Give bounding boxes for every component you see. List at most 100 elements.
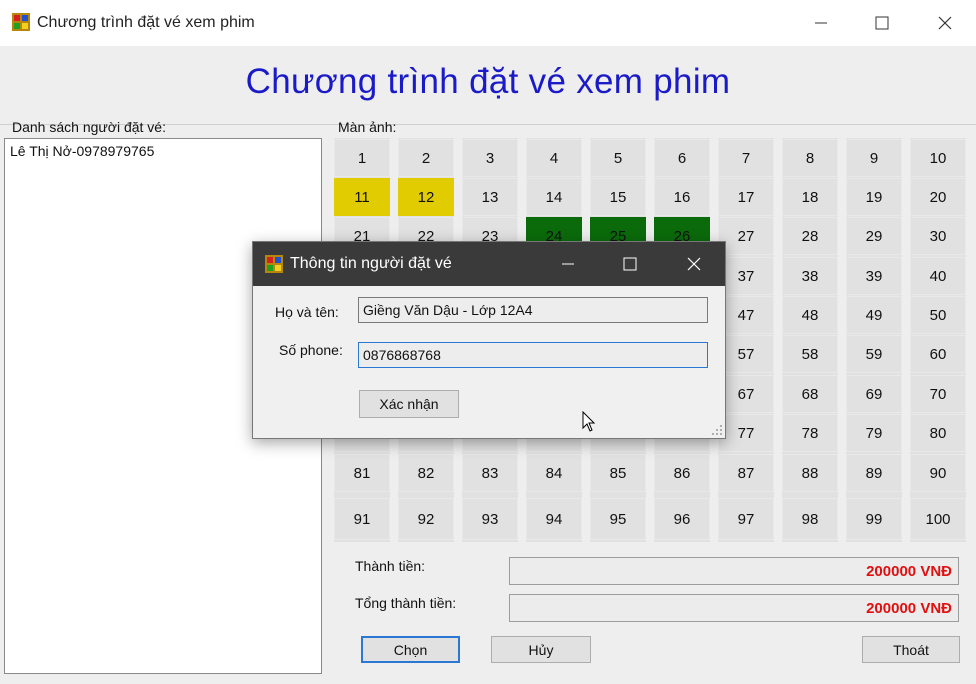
minimize-icon [815,22,827,24]
close-icon [687,257,701,271]
seat-button-69[interactable]: 69 [846,375,902,413]
seat-button-97[interactable]: 97 [718,498,774,540]
exit-button[interactable]: Thoát [862,636,960,663]
seat-button-11[interactable]: 11 [334,178,390,216]
seat-button-90[interactable]: 90 [910,454,966,492]
seat-button-96[interactable]: 96 [654,498,710,540]
seat-button-18[interactable]: 18 [782,178,838,216]
seat-button-16[interactable]: 16 [654,178,710,216]
seat-button-47[interactable]: 47 [718,296,774,334]
seat-button-95[interactable]: 95 [590,498,646,540]
app-icon [12,13,30,31]
seat-button-77[interactable]: 77 [718,414,774,452]
seat-button-40[interactable]: 40 [910,257,966,295]
seat-button-48[interactable]: 48 [782,296,838,334]
seat-button-91[interactable]: 91 [334,498,390,540]
seat-button-58[interactable]: 58 [782,335,838,373]
seat-button-84[interactable]: 84 [526,454,582,492]
seat-button-94[interactable]: 94 [526,498,582,540]
seat-button-81[interactable]: 81 [334,454,390,492]
seat-button-99[interactable]: 99 [846,498,902,540]
seat-button-1[interactable]: 1 [334,139,390,177]
phone-label: Số phone: [279,342,343,358]
dialog-minimize-button[interactable] [537,242,599,286]
maximize-icon [875,16,889,30]
app-banner-title: Chương trình đặt vé xem phim [245,62,731,101]
seat-button-15[interactable]: 15 [590,178,646,216]
seat-button-67[interactable]: 67 [718,375,774,413]
seat-button-49[interactable]: 49 [846,296,902,334]
seat-button-79[interactable]: 79 [846,414,902,452]
seat-button-78[interactable]: 78 [782,414,838,452]
dialog-title: Thông tin người đặt vé [290,255,452,272]
mouse-cursor-icon [582,411,596,432]
seat-button-38[interactable]: 38 [782,257,838,295]
seat-button-9[interactable]: 9 [846,139,902,177]
seat-button-2[interactable]: 2 [398,139,454,177]
seat-button-37[interactable]: 37 [718,257,774,295]
subtotal-value: 200000 VNĐ [509,557,959,585]
seat-button-4[interactable]: 4 [526,139,582,177]
total-value: 200000 VNĐ [509,594,959,622]
seat-button-50[interactable]: 50 [910,296,966,334]
seat-button-57[interactable]: 57 [718,335,774,373]
subtotal-label: Thành tiền: [355,558,426,574]
screen-label: Màn ảnh: [338,119,397,135]
maximize-icon [623,257,637,271]
customer-info-dialog: Thông tin người đặt vé Họ và tên: Số pho… [252,241,726,439]
seat-button-12[interactable]: 12 [398,178,454,216]
seat-button-10[interactable]: 10 [910,139,966,177]
seat-button-20[interactable]: 20 [910,178,966,216]
seat-button-6[interactable]: 6 [654,139,710,177]
phone-field[interactable] [358,342,708,368]
seat-button-13[interactable]: 13 [462,178,518,216]
seat-button-59[interactable]: 59 [846,335,902,373]
minimize-button[interactable] [790,0,852,46]
seat-button-27[interactable]: 27 [718,217,774,255]
seat-button-88[interactable]: 88 [782,454,838,492]
choose-button[interactable]: Chọn [361,636,460,663]
dialog-titlebar: Thông tin người đặt vé [253,242,725,286]
minimize-icon [562,263,574,265]
seat-button-82[interactable]: 82 [398,454,454,492]
seat-button-98[interactable]: 98 [782,498,838,540]
seat-button-100[interactable]: 100 [910,498,966,540]
dialog-maximize-button[interactable] [599,242,661,286]
booking-list-label: Danh sách người đặt vé: [12,119,166,135]
name-label: Họ và tên: [275,304,339,320]
seat-button-28[interactable]: 28 [782,217,838,255]
seat-button-89[interactable]: 89 [846,454,902,492]
seat-button-83[interactable]: 83 [462,454,518,492]
cancel-button[interactable]: Hủy [491,636,591,663]
seat-button-30[interactable]: 30 [910,217,966,255]
seat-button-39[interactable]: 39 [846,257,902,295]
seat-button-93[interactable]: 93 [462,498,518,540]
seat-button-70[interactable]: 70 [910,375,966,413]
confirm-button[interactable]: Xác nhận [359,390,459,418]
seat-button-3[interactable]: 3 [462,139,518,177]
app-icon [265,255,283,273]
maximize-button[interactable] [851,0,913,46]
resize-grip-icon[interactable] [711,424,723,436]
seat-button-7[interactable]: 7 [718,139,774,177]
close-button[interactable] [914,0,976,46]
name-field[interactable] [358,297,708,323]
seat-button-29[interactable]: 29 [846,217,902,255]
dialog-close-button[interactable] [663,242,725,286]
seat-button-17[interactable]: 17 [718,178,774,216]
window-title: Chương trình đặt vé xem phim [37,14,255,31]
seat-button-92[interactable]: 92 [398,498,454,540]
seat-button-60[interactable]: 60 [910,335,966,373]
seat-button-86[interactable]: 86 [654,454,710,492]
window-titlebar: Chương trình đặt vé xem phim [0,0,976,47]
seat-button-19[interactable]: 19 [846,178,902,216]
seat-button-14[interactable]: 14 [526,178,582,216]
list-item[interactable]: Lê Thị Nở-0978979765 [10,143,154,159]
close-icon [938,16,952,30]
seat-button-5[interactable]: 5 [590,139,646,177]
seat-button-87[interactable]: 87 [718,454,774,492]
seat-button-68[interactable]: 68 [782,375,838,413]
seat-button-85[interactable]: 85 [590,454,646,492]
seat-button-8[interactable]: 8 [782,139,838,177]
seat-button-80[interactable]: 80 [910,414,966,452]
